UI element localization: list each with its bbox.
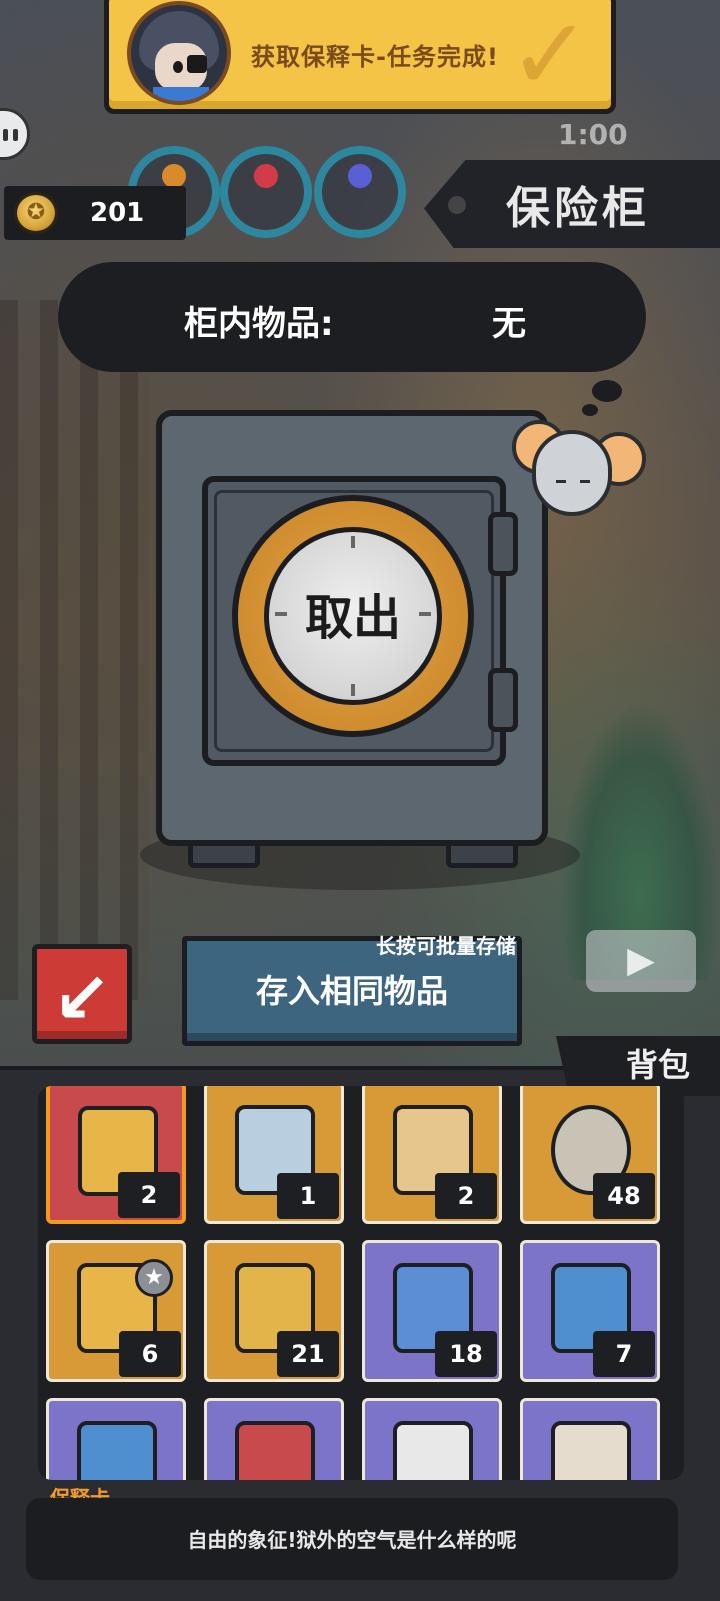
item-slot-capybara-pack[interactable]: 1 — [204, 1086, 344, 1224]
item-count: 48 — [593, 1173, 655, 1219]
item-slot-10[interactable] — [204, 1398, 344, 1480]
cabinet-info — [58, 262, 646, 372]
hinge-top — [488, 512, 518, 576]
item-slot-bail-card[interactable]: 2 — [46, 1086, 186, 1224]
sort-icon: ↙ — [52, 957, 112, 1039]
thought-bubble-small — [582, 404, 598, 416]
backpack-grid: 2 1 2 48 ★ 6 21 18 7 — [38, 1086, 684, 1480]
hinge-bottom — [488, 668, 518, 732]
ring-slot-2 — [220, 146, 312, 238]
medkit-icon — [235, 1421, 315, 1480]
play-arrow-icon: ▶ — [586, 930, 696, 992]
ring-slot-3 — [314, 146, 406, 238]
mouse-eye — [556, 480, 566, 483]
item-slot-9[interactable] — [46, 1398, 186, 1480]
item-count: 6 — [119, 1331, 181, 1377]
cabinet-label: 柜内物品: — [184, 304, 334, 344]
currency-bar: ✪ 201 — [4, 186, 186, 240]
item-count: 21 — [277, 1331, 339, 1377]
card-icon — [77, 1421, 157, 1480]
item-count: 1 — [277, 1173, 339, 1219]
backpack-tab-label: 背包 — [626, 1046, 691, 1084]
thought-bubble — [592, 380, 622, 402]
take-out-button[interactable]: 取出 — [264, 578, 442, 648]
item-slot-12[interactable] — [520, 1398, 660, 1480]
item-slot-film-reel[interactable]: 48 — [520, 1086, 660, 1224]
item-slot-toy-ticket[interactable]: 18 — [362, 1240, 502, 1382]
item-count: 2 — [435, 1173, 497, 1219]
mouse-mascot — [532, 430, 612, 516]
avatar — [127, 1, 231, 105]
task-complete-notification[interactable]: 获取保释卡-任务完成! ✓ — [104, 0, 616, 114]
notification-title: 获取保释卡-任务完成! — [251, 43, 499, 71]
item-description: 自由的象征!狱外的空气是什么样的呢 — [187, 1528, 517, 1552]
cabinet-value: 无 — [492, 304, 526, 344]
coin-value: 201 — [90, 198, 145, 228]
mouse-eye — [580, 480, 590, 483]
background-bars — [0, 300, 150, 1000]
check-icon: ✓ — [508, 0, 592, 113]
store-hint: 长按可批量存储 — [376, 934, 516, 958]
sort-button[interactable]: ↙ — [32, 944, 132, 1044]
paper-icon — [551, 1421, 631, 1480]
timer-text: 1:00 — [558, 118, 628, 151]
gear-card-icon — [393, 1421, 473, 1480]
item-count: 2 — [118, 1172, 180, 1218]
star-badge-icon: ★ — [135, 1259, 173, 1297]
item-slot-bail-card-star[interactable]: ★ 6 — [46, 1240, 186, 1382]
item-slot-11[interactable] — [362, 1398, 502, 1480]
item-slot-ribbon-card[interactable]: 21 — [204, 1240, 344, 1382]
item-slot-paw-map[interactable]: 2 — [362, 1086, 502, 1224]
item-count: 18 — [435, 1331, 497, 1377]
item-count: 7 — [593, 1331, 655, 1377]
page-title: 保险柜 — [506, 183, 650, 234]
item-slot-blue-ticket[interactable]: 7 — [520, 1240, 660, 1382]
store-same-items-label: 存入相同物品 — [255, 972, 448, 1010]
coin-icon: ✪ — [14, 192, 58, 234]
